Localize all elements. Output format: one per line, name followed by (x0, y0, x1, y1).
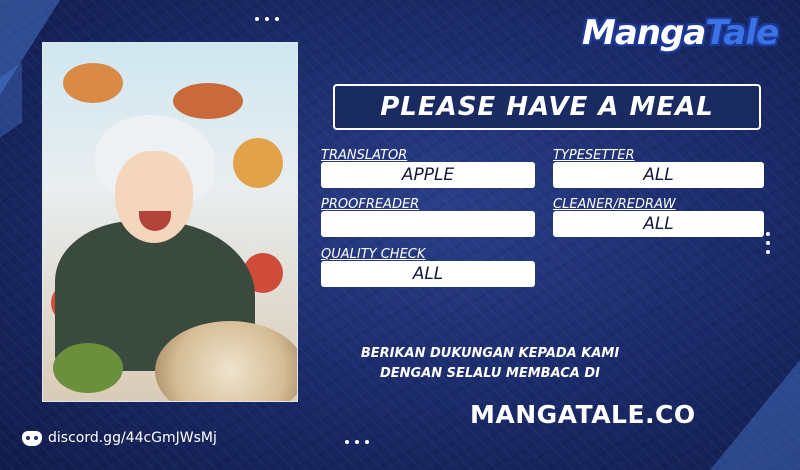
credits-page: MangaTale PLEASE HAVE A MEAL TRANSLATOR … (0, 0, 800, 470)
support-line-2: DENGAN SELALU MEMBACA DI (379, 366, 600, 381)
corner-decoration-bottom-right (710, 360, 800, 470)
proofreader-value (321, 211, 535, 237)
website-link[interactable]: MANGATALE.CO (470, 400, 696, 429)
support-message: BERIKAN DUKUNGAN KEPADA KAMI DENGAN SELA… (330, 344, 650, 384)
dots-decoration-right (766, 232, 770, 254)
logo-text-part1: Manga (582, 13, 706, 53)
support-line-1: BERIKAN DUKUNGAN KEPADA KAMI (360, 346, 620, 361)
cleaner-redraw-value: ALL (553, 211, 764, 237)
food-illustration (233, 138, 283, 188)
cover-illustration (42, 42, 298, 402)
discord-invite-text: discord.gg/44cGmJWsMj (48, 430, 217, 446)
food-illustration (53, 343, 123, 393)
translator-value: APPLE (321, 162, 535, 188)
dots-decoration-bottom (345, 440, 369, 444)
discord-link[interactable]: discord.gg/44cGmJWsMj (22, 430, 217, 446)
logo-text-part2: Tale (705, 13, 779, 53)
food-illustration (173, 83, 243, 119)
discord-icon (22, 430, 42, 446)
series-title: PLEASE HAVE A MEAL (333, 84, 761, 130)
typesetter-value: ALL (553, 162, 764, 188)
dots-decoration-top (255, 17, 279, 21)
food-illustration (63, 63, 123, 103)
mangatale-logo: MangaTale (582, 10, 782, 56)
quality-check-value: ALL (321, 261, 535, 287)
